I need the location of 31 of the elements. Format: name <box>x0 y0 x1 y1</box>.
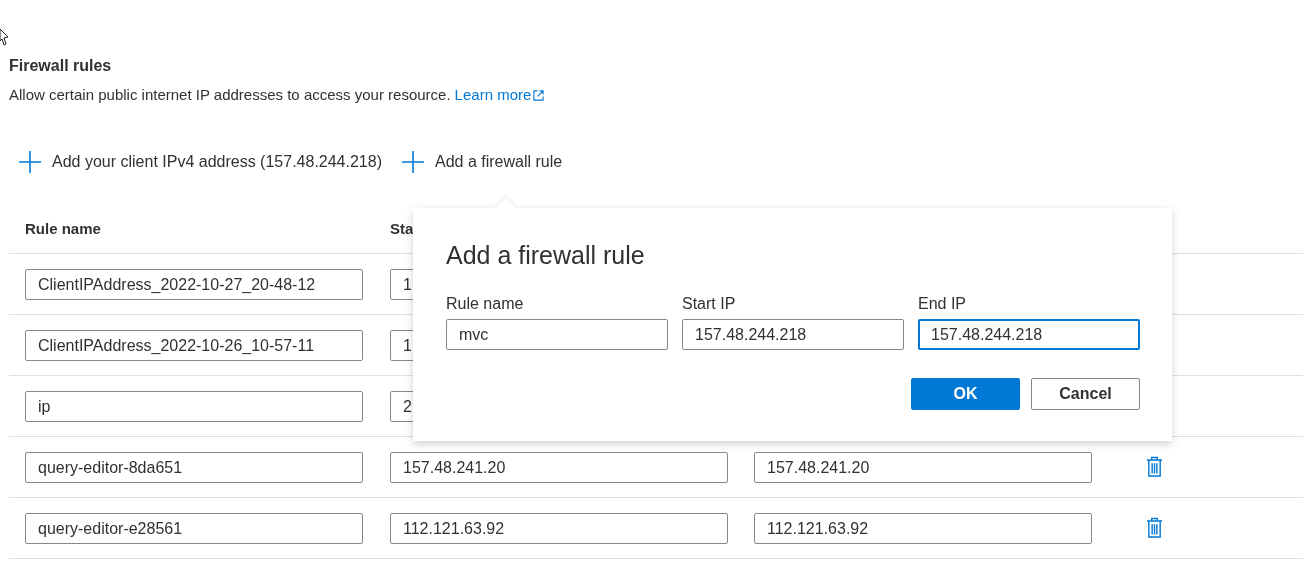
cursor-icon <box>0 28 10 48</box>
plus-icon <box>402 151 424 173</box>
rule-name-field[interactable]: ip <box>25 390 363 422</box>
field-label: End IP <box>918 294 967 314</box>
end-ip-field[interactable]: 157.48.241.20 <box>754 451 1092 483</box>
rule-name-field[interactable]: query-editor-8da651 <box>25 451 363 483</box>
rule-name-field[interactable]: ClientIPAddress_2022-10-26_10-57-11 <box>25 329 363 361</box>
input-field[interactable]: 157.48.244.218 <box>682 319 904 350</box>
external-link-icon <box>533 89 545 101</box>
end-ip-field[interactable]: 112.121.63.92 <box>754 512 1092 544</box>
learn-more-link[interactable]: Learn more <box>454 85 532 105</box>
cancel-button[interactable]: Cancel <box>1031 378 1140 410</box>
rule-name-field[interactable]: ClientIPAddress_2022-10-27_20-48-12 <box>25 268 363 300</box>
column-header: Sta <box>390 220 414 237</box>
rule-name-field[interactable]: query-editor-e28561 <box>25 512 363 544</box>
trash-icon[interactable] <box>1146 517 1163 539</box>
field-label: Start IP <box>682 294 736 314</box>
trash-icon[interactable] <box>1146 456 1163 478</box>
plus-icon <box>19 151 41 173</box>
start-ip-field[interactable]: 112.121.63.92 <box>390 512 728 544</box>
start-ip-field[interactable]: 157.48.241.20 <box>390 451 728 483</box>
field-label: Rule name <box>446 294 524 314</box>
toolbar-button[interactable]: Add a firewall rule <box>402 150 563 174</box>
ok-button[interactable]: OK <box>911 378 1020 410</box>
toolbar-button[interactable]: Add your client IPv4 address (157.48.244.218) <box>19 150 382 174</box>
column-header: Rule name <box>25 220 101 237</box>
input-field[interactable]: 157.48.244.218 <box>918 319 1140 350</box>
description-text: Allow certain public internet IP addresses to access your resource. <box>9 85 451 105</box>
input-field[interactable]: mvc <box>446 319 668 350</box>
callout-title: Add a firewall rule <box>446 240 645 271</box>
section-title: Firewall rules <box>9 56 112 76</box>
